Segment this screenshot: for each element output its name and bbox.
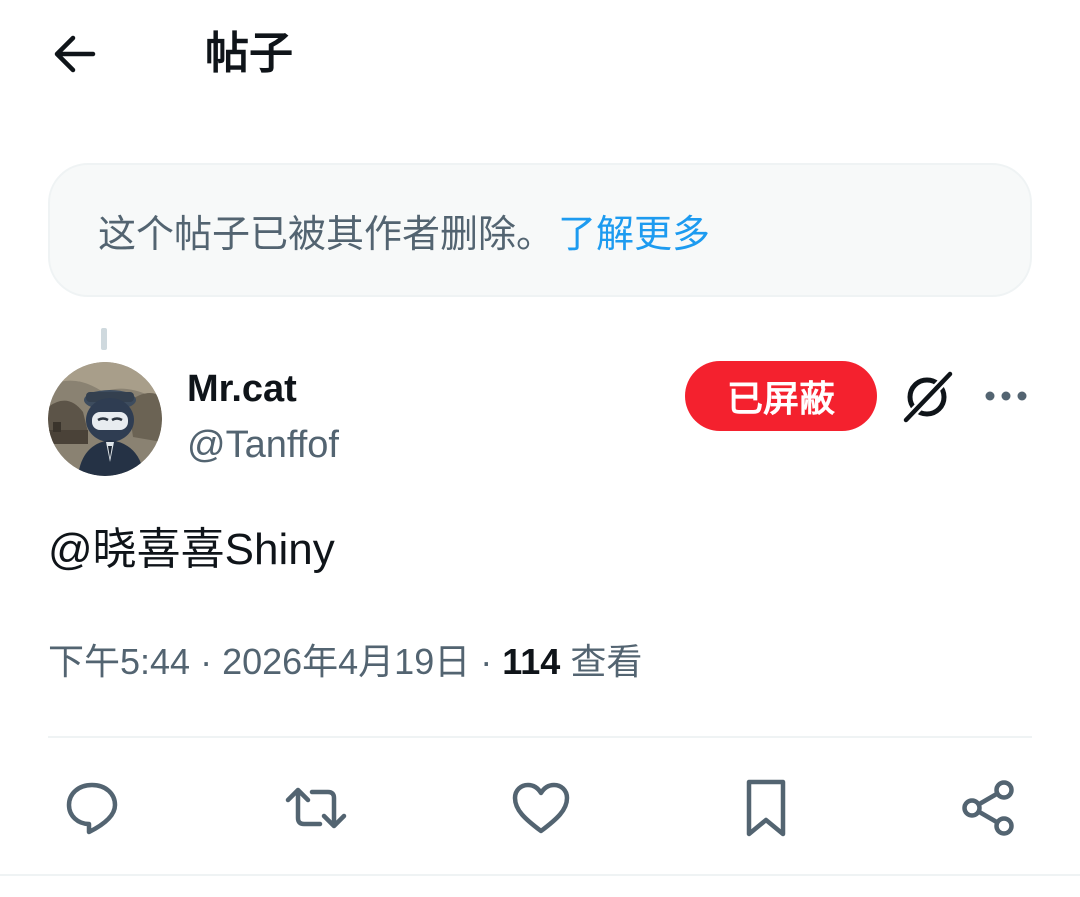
bookmark-button[interactable] <box>736 776 796 840</box>
grok-icon <box>901 369 955 424</box>
back-button[interactable] <box>48 28 100 80</box>
learn-more-link[interactable]: 了解更多 <box>558 203 710 258</box>
like-button[interactable] <box>511 776 571 840</box>
meta-separator: · <box>470 641 503 682</box>
post-date[interactable]: 2026年4月19日 <box>222 641 470 682</box>
arrow-left-icon <box>54 35 96 73</box>
author-display-name[interactable]: Mr.cat <box>187 366 297 412</box>
divider <box>48 736 1032 738</box>
reply-icon <box>66 782 118 835</box>
deleted-notice-text: 这个帖子已被其作者删除。 <box>98 213 555 256</box>
like-icon <box>512 782 570 834</box>
post-meta: 下午5:44 · 2026年4月19日 · 114 查看 <box>48 638 642 686</box>
avatar-image <box>48 362 162 476</box>
deleted-post-notice: 这个帖子已被其作者删除。 了解更多 <box>48 163 1032 297</box>
share-icon <box>962 780 1014 836</box>
blocked-button[interactable]: 已屏蔽 <box>685 361 877 431</box>
thread-connector-line <box>101 328 107 350</box>
views-count: 114 <box>502 641 561 682</box>
reply-button[interactable] <box>62 776 122 840</box>
post-text: @晓喜喜Shiny <box>48 525 335 574</box>
author-handle[interactable]: @Tanffof <box>187 422 339 468</box>
page-title: 帖子 <box>205 29 293 78</box>
grok-button[interactable] <box>898 366 958 426</box>
repost-button[interactable] <box>284 776 348 840</box>
views-label: 查看 <box>560 641 643 682</box>
share-button[interactable] <box>958 776 1018 840</box>
post-time[interactable]: 下午5:44 <box>48 641 190 682</box>
meta-separator: · <box>190 641 223 682</box>
more-options-button[interactable] <box>980 372 1032 420</box>
repost-icon <box>285 787 347 829</box>
divider <box>0 874 1080 876</box>
post-detail-page: 帖子 这个帖子已被其作者删除。 了解更多 Mr.cat @Tanffof 已屏蔽… <box>0 0 1080 897</box>
bookmark-icon <box>746 779 786 837</box>
more-horizontal-icon <box>985 391 1027 401</box>
avatar[interactable] <box>48 362 162 476</box>
